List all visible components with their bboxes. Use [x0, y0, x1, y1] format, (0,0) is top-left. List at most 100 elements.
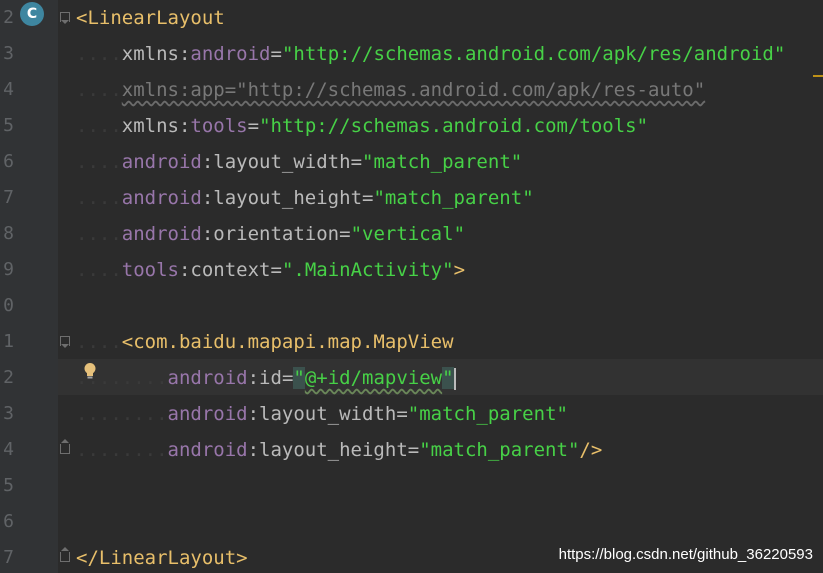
line-number: 2	[3, 367, 14, 388]
attr-equals: =	[270, 43, 282, 65]
attr-namespace: tools	[121, 259, 179, 281]
attr-namespace: android	[121, 223, 202, 245]
code-line[interactable]: ....xmlns:tools="http://schemas.android.…	[76, 108, 648, 144]
attr-equals: =	[407, 439, 420, 461]
value-quote: "	[522, 187, 534, 209]
value-quote-highlight: "	[442, 367, 454, 389]
attr-value: http://schemas.android.com/apk/res/andro…	[293, 43, 774, 65]
attr-equals: =	[247, 115, 260, 137]
tag-open: <	[76, 7, 88, 29]
value-quote: "	[773, 43, 786, 65]
attr-name: id	[259, 367, 282, 389]
attr-namespace: xmlns	[121, 115, 179, 137]
code-line[interactable]: ....xmlns:app="http://schemas.android.co…	[76, 72, 705, 108]
attr-namespace: android	[121, 151, 202, 173]
line-number: 0	[3, 295, 14, 316]
attr-name: layout_width	[259, 403, 397, 425]
value-quote: "	[453, 223, 466, 245]
code-line[interactable]: ....tools:context=".MainActivity">	[76, 252, 465, 288]
line-gutter: 2 3 4 5 6 7 8 9 0 1 2 3 4 5 6 7 C	[0, 0, 58, 573]
attr-colon: :	[201, 151, 214, 173]
attr-colon: :	[201, 187, 214, 209]
scrollbar-marker[interactable]	[813, 75, 823, 77]
value-quote: "	[259, 115, 271, 137]
value-quote: "	[281, 43, 294, 65]
code-editor[interactable]: 2 3 4 5 6 7 8 9 0 1 2 3 4 5 6 7 C <Linea…	[0, 0, 823, 573]
line-number: 7	[3, 187, 14, 208]
attr-equals: =	[270, 259, 282, 281]
attr-name: android	[190, 43, 271, 65]
attr-colon: :	[247, 403, 260, 425]
attr-namespace: android	[167, 403, 248, 425]
tag-close: />	[579, 439, 603, 461]
line-number: 7	[3, 547, 14, 568]
attr-colon: :	[247, 367, 260, 389]
line-number: 6	[3, 511, 14, 532]
fold-end-icon[interactable]	[60, 439, 70, 454]
value-quote: "	[281, 259, 294, 281]
tag-close: >	[453, 259, 466, 281]
attr-equals: =	[362, 187, 374, 209]
code-line[interactable]: ........android:layout_height="match_par…	[76, 432, 602, 468]
code-line[interactable]: ....android:orientation="vertical"	[76, 216, 465, 252]
code-line[interactable]: ....android:layout_width="match_parent"	[76, 144, 522, 180]
code-line[interactable]: ....xmlns:android="http://schemas.androi…	[76, 36, 785, 72]
tag-name: LinearLayout	[87, 7, 225, 29]
value-quote: "	[442, 259, 454, 281]
unused-namespace-attr: xmlns:app="http://schemas.android.com/ap…	[121, 79, 706, 101]
value-quote: "	[567, 439, 580, 461]
line-number: 9	[3, 259, 14, 280]
attr-name: layout_height	[259, 439, 408, 461]
tag-name: LinearLayout	[98, 547, 237, 569]
attr-value: match_parent	[430, 439, 568, 461]
value-quote: "	[636, 115, 649, 137]
attr-name: orientation	[213, 223, 340, 245]
text-caret	[453, 367, 456, 390]
attr-name: context	[190, 259, 271, 281]
attr-value: http://schemas.android.com/tools	[270, 115, 637, 137]
attr-value: @+id/mapview	[304, 367, 443, 389]
attr-equals: =	[350, 151, 363, 173]
attr-namespace: android	[167, 367, 248, 389]
line-number: 5	[3, 475, 14, 496]
tag-close: >	[236, 547, 248, 569]
line-number: 1	[3, 331, 14, 352]
value-quote: "	[350, 223, 363, 245]
attr-value: .MainActivity	[293, 259, 443, 281]
attr-colon: :	[178, 115, 191, 137]
code-line[interactable]: ....android:layout_height="match_parent"	[76, 180, 534, 216]
attr-value: vertical	[362, 223, 454, 245]
attr-name: tools	[190, 115, 248, 137]
code-line[interactable]: </LinearLayout>	[76, 540, 248, 573]
attr-equals: =	[396, 403, 408, 425]
line-number: 6	[3, 151, 14, 172]
attr-equals: =	[281, 367, 294, 389]
attr-namespace: xmlns	[121, 43, 179, 65]
fold-toggle-icon[interactable]	[60, 12, 70, 24]
fold-end-icon[interactable]	[60, 547, 70, 562]
fold-toggle-icon[interactable]	[60, 336, 70, 348]
attr-name: layout_width	[213, 151, 351, 173]
attr-colon: :	[201, 223, 214, 245]
code-line[interactable]: <LinearLayout	[76, 0, 225, 36]
tag-name: com.baidu.mapapi.map.MapView	[133, 331, 454, 353]
value-quote-highlight: "	[293, 367, 305, 389]
value-quote: "	[556, 403, 568, 425]
line-number: 3	[3, 403, 14, 424]
attr-colon: :	[178, 259, 191, 281]
value-quote: "	[419, 439, 431, 461]
code-line[interactable]: ........android:layout_width="match_pare…	[76, 396, 568, 432]
value-quote: "	[510, 151, 523, 173]
attr-value: match_parent	[384, 187, 523, 209]
code-line[interactable]: ........android:id="@+id/mapview"	[76, 360, 456, 396]
tag-open: <	[121, 331, 134, 353]
code-line[interactable]: ....<com.baidu.mapapi.map.MapView	[76, 324, 454, 360]
attr-namespace: android	[121, 187, 202, 209]
attr-colon: :	[247, 439, 260, 461]
line-number: 5	[3, 115, 14, 136]
attr-equals: =	[339, 223, 351, 245]
class-icon[interactable]: C	[20, 2, 44, 26]
value-quote: "	[373, 187, 385, 209]
line-number: 4	[3, 79, 14, 100]
value-quote: "	[407, 403, 420, 425]
